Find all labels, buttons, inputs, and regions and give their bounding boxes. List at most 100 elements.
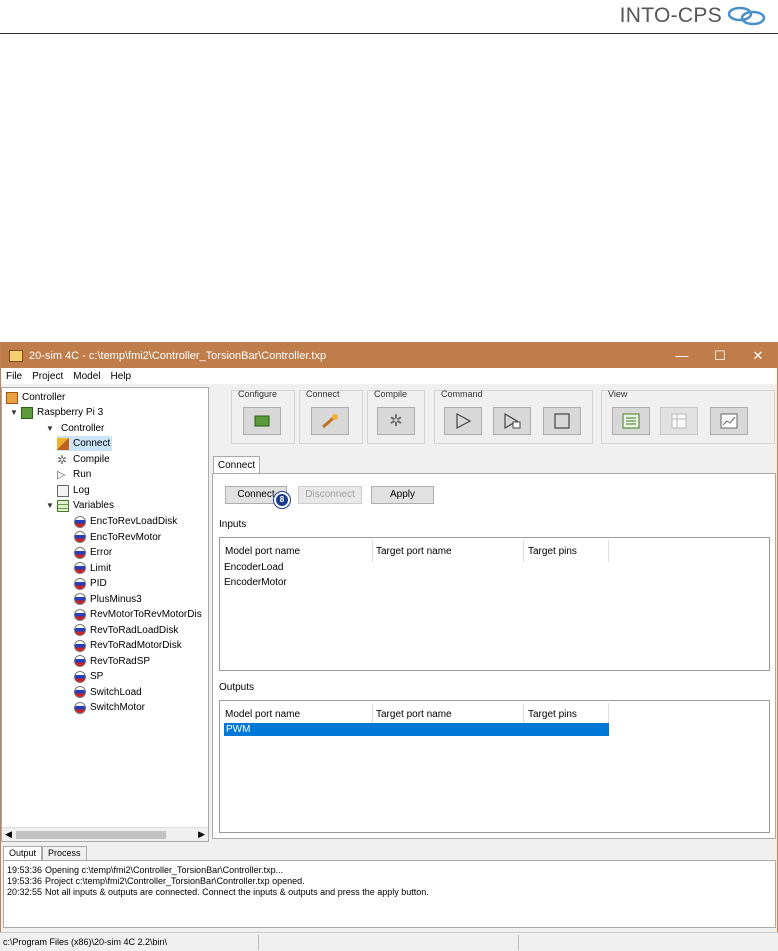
connect-toolbar-button[interactable] <box>311 407 349 435</box>
close-button[interactable]: ✕ <box>739 348 777 364</box>
outputs-grid[interactable]: Model port name Target port name Target … <box>219 700 770 833</box>
tree-variable-item[interactable]: PlusMinus3 <box>74 592 142 607</box>
log-line: 20:32:55 Not all inputs & outputs are con… <box>7 887 429 897</box>
tree-device[interactable]: ▼ Raspberry Pi 3 <box>10 405 103 420</box>
tree-action-compile[interactable]: ✲ Compile <box>57 452 110 467</box>
tree-variable-item[interactable]: RevMotorToRevMotorDis <box>74 607 202 622</box>
stop-icon <box>554 413 570 429</box>
plug-icon <box>322 414 338 429</box>
tree-variable-item[interactable]: SwitchMotor <box>74 700 145 715</box>
into-cps-logo-icon <box>727 6 766 26</box>
toolbar-group-connect: Connect <box>299 389 363 444</box>
variable-flag-icon <box>74 686 86 698</box>
column-header[interactable]: Target port name <box>376 709 452 720</box>
toolbar-group-configure: Configure <box>231 389 295 444</box>
table-row-selected[interactable]: PWM <box>224 723 609 736</box>
tree-action-connect[interactable]: Connect <box>57 436 113 451</box>
tree-action-log[interactable]: Log <box>57 483 90 498</box>
column-header[interactable]: Target pins <box>528 709 577 720</box>
play-log-icon <box>504 412 521 430</box>
table-row[interactable]: EncoderLoad <box>224 562 284 573</box>
expand-chevron-icon[interactable]: ▼ <box>46 424 55 433</box>
variable-flag-icon <box>74 639 86 652</box>
maximize-button[interactable]: ☐ <box>701 348 739 364</box>
menu-model[interactable]: Model <box>68 371 105 382</box>
brand-name: INTO-CPS <box>619 4 722 27</box>
inputs-grid[interactable]: Model port name Target port name Target … <box>219 537 770 671</box>
minimize-button[interactable]: — <box>663 348 701 363</box>
variable-flag-icon <box>74 577 86 590</box>
variable-flag-icon <box>74 701 86 714</box>
column-divider <box>372 540 373 562</box>
configure-button[interactable] <box>243 407 281 435</box>
play-icon: ▷ <box>57 468 66 481</box>
tree-variable-item[interactable]: PID <box>74 576 107 591</box>
view-table-button[interactable] <box>660 407 698 435</box>
column-header[interactable]: Target pins <box>528 546 577 557</box>
view-plot-button[interactable] <box>710 407 748 435</box>
column-divider <box>523 703 524 725</box>
plot-icon <box>720 413 738 429</box>
column-header[interactable]: Model port name <box>225 546 300 557</box>
gear-icon: ✲ <box>389 413 403 430</box>
menu-project[interactable]: Project <box>27 371 68 382</box>
tab-output[interactable]: Output <box>3 846 43 860</box>
tree-variable-item[interactable]: EncToRevMotor <box>74 530 161 545</box>
expand-chevron-icon[interactable]: ▼ <box>46 501 55 510</box>
table-row[interactable]: EncoderMotor <box>224 577 287 588</box>
menu-file[interactable]: File <box>1 371 27 382</box>
app-icon <box>9 349 23 362</box>
tree-variable-item[interactable]: Error <box>74 545 112 560</box>
tree-horizontal-scrollbar[interactable]: ◀ ▶ <box>2 827 208 841</box>
run-button[interactable] <box>444 407 482 435</box>
column-divider <box>608 540 609 562</box>
variable-flag-icon <box>74 670 86 683</box>
project-tree[interactable]: Controller ▼ Raspberry Pi 3 ▼ Controller… <box>1 387 209 842</box>
header-rule <box>0 33 778 34</box>
tree-variable-item[interactable]: SP <box>74 669 103 684</box>
tree-variable-item[interactable]: RevToRadLoadDisk <box>74 623 178 638</box>
column-divider <box>523 540 524 562</box>
view-variables-button[interactable] <box>612 407 650 435</box>
variable-flag-icon <box>74 593 86 605</box>
stop-button[interactable] <box>543 407 581 435</box>
scroll-left-icon[interactable]: ◀ <box>5 829 12 840</box>
brand-header: INTO-CPS <box>620 4 768 28</box>
menu-help[interactable]: Help <box>106 371 137 382</box>
tree-variable-item[interactable]: EncToRevLoadDisk <box>74 514 177 529</box>
scroll-thumb[interactable] <box>16 831 166 839</box>
output-log[interactable]: 19:53:36 Opening c:\temp\fmi2\Controller_… <box>3 860 776 928</box>
variable-flag-icon <box>74 624 86 636</box>
tab-process[interactable]: Process <box>42 846 87 860</box>
list-view-icon <box>622 413 640 429</box>
status-divider <box>518 935 519 950</box>
tree-variable-item[interactable]: RevToRadMotorDisk <box>74 638 182 653</box>
variable-flag-icon <box>74 531 86 543</box>
table-icon <box>671 413 687 429</box>
expand-chevron-icon[interactable]: ▼ <box>10 408 19 417</box>
outputs-label: Outputs <box>219 682 255 693</box>
connect-plug-icon <box>57 437 69 450</box>
tab-connect[interactable]: Connect <box>213 456 260 474</box>
tree-variable-item[interactable]: RevToRadSP <box>74 654 150 669</box>
column-header[interactable]: Model port name <box>225 709 300 720</box>
tree-action-run[interactable]: ▷ Run <box>57 467 91 482</box>
toolbar-group-compile: Compile ✲ <box>367 389 425 444</box>
tree-variables[interactable]: ▼ Variables <box>46 498 114 513</box>
tree-variable-item[interactable]: Limit <box>74 561 111 576</box>
scroll-right-icon[interactable]: ▶ <box>198 829 205 840</box>
step-badge: 8 <box>274 492 290 508</box>
compile-toolbar-button[interactable]: ✲ <box>377 407 415 435</box>
log-icon <box>57 484 69 497</box>
disconnect-button[interactable]: Disconnect <box>298 486 362 504</box>
tree-variable-item[interactable]: SwitchLoad <box>74 685 142 700</box>
tree-node-controller[interactable]: ▼ Controller <box>46 421 104 436</box>
tree-root[interactable]: Controller <box>6 390 65 405</box>
gear-icon: ✲ <box>57 452 68 467</box>
run-log-button[interactable] <box>493 407 531 435</box>
column-header[interactable]: Target port name <box>376 546 452 557</box>
output-tabs: Output Process <box>3 846 87 860</box>
chip-icon <box>254 415 270 427</box>
log-line: 19:53:36 Opening c:\temp\fmi2\Controller_… <box>7 865 284 875</box>
apply-button[interactable]: Apply <box>371 486 434 504</box>
